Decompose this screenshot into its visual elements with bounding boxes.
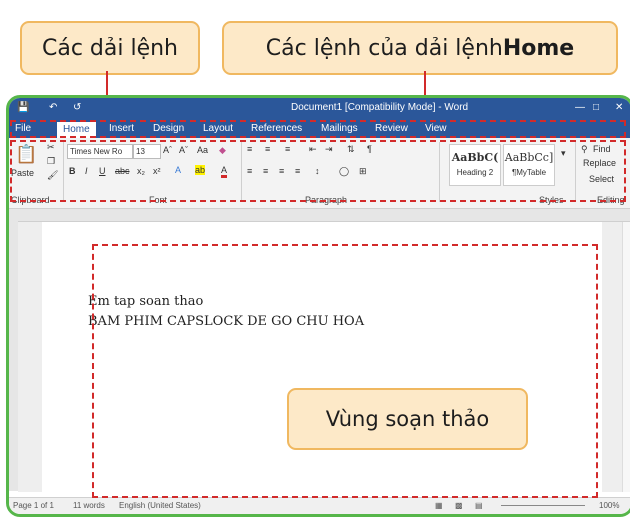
web-layout-icon[interactable]: ▤ [475,501,483,510]
tab-layout[interactable]: Layout [203,123,233,134]
tab-references[interactable]: References [251,123,302,134]
document-line-1: Em tap soan thao [88,294,204,309]
redo-icon[interactable]: ↺ [73,102,81,113]
tab-review[interactable]: Review [375,123,408,134]
document-page[interactable]: Em tap soan thao BAM PHIM CAPSLOCK DE GO… [42,222,602,492]
group-styles-label: Styles [539,195,564,205]
shrink-font-icon[interactable]: Aˇ [179,145,188,155]
group-editing-label: Editing [597,195,625,205]
style-mytable-name: ¶MyTable [511,168,547,177]
separator [241,142,242,202]
minimize-icon[interactable]: — [575,102,585,113]
read-mode-icon[interactable]: ▦ [435,501,443,510]
print-layout-icon[interactable]: ▩ [455,501,463,510]
cut-icon[interactable]: ✂ [47,142,55,153]
callout-home-prefix: Các lệnh của dải lệnh [265,35,503,61]
show-marks-icon[interactable]: ¶ [367,144,372,154]
group-font-label: Font [149,195,168,205]
callout-home-commands: Các lệnh của dải lệnh Home [222,21,618,75]
document-area: Em tap soan thao BAM PHIM CAPSLOCK DE GO… [18,222,622,492]
sort-icon[interactable]: ⇅ [347,144,355,155]
clear-format-icon[interactable]: ◆ [219,145,226,156]
callout-ribbons: Các dải lệnh [20,21,200,75]
status-bar: Page 1 of 1 11 words English (United Sta… [9,497,630,514]
font-name-select[interactable]: Times New Ro [67,144,133,159]
maximize-icon[interactable]: □ [593,102,599,113]
align-left-icon[interactable]: ≡ [247,166,252,176]
separator [63,142,64,202]
format-painter-icon[interactable]: 🖌 [47,170,58,181]
status-page[interactable]: Page 1 of 1 [13,501,54,510]
text-effects-icon[interactable]: A [175,165,181,175]
align-center-icon[interactable]: ≡ [263,166,268,176]
highlight-icon[interactable]: ab [195,165,206,175]
callout-editing-area: Vùng soạn thảo [287,388,528,450]
separator [439,142,440,202]
zoom-slider[interactable] [501,505,585,506]
group-paragraph-label: Paragraph [305,195,348,205]
callout-home-bold: Home [502,35,575,61]
decrease-indent-icon[interactable]: ⇤ [309,144,317,155]
align-right-icon[interactable]: ≡ [279,166,284,176]
numbering-icon[interactable]: ≡ [265,144,270,154]
italic-button[interactable]: I [85,166,88,176]
font-size-select[interactable]: 13 [133,144,161,159]
find-button[interactable]: Find [593,144,611,154]
line-spacing-icon[interactable]: ↕ [315,166,320,176]
word-window: 💾 ↶ ↺ Document1 [Compatibility Mode] - W… [6,95,630,517]
close-icon[interactable]: ✕ [615,102,623,113]
replace-button[interactable]: Replace [583,158,616,168]
bullets-icon[interactable]: ≡ [247,144,252,154]
vertical-scrollbar[interactable] [622,222,630,492]
undo-icon[interactable]: ↶ [49,102,57,113]
select-button[interactable]: Select [589,174,614,184]
paste-icon[interactable]: 📋 [15,144,37,165]
horizontal-ruler[interactable] [9,209,630,222]
title-bar: 💾 ↶ ↺ Document1 [Compatibility Mode] - W… [9,98,630,120]
tab-view[interactable]: View [425,123,447,134]
paste-button[interactable]: Paste [11,168,34,178]
style-mytable[interactable]: AaBbCc] ¶MyTable [503,144,555,186]
copy-icon[interactable]: ❐ [47,156,55,167]
justify-icon[interactable]: ≡ [295,166,300,176]
separator [575,142,576,202]
callout-editing-area-text: Vùng soạn thảo [325,407,490,431]
grow-font-icon[interactable]: Aˆ [163,145,172,155]
tab-file[interactable]: File [15,123,31,134]
multilevel-list-icon[interactable]: ≡ [285,144,290,154]
shading-icon[interactable]: ◯ [339,166,349,177]
home-ribbon: 📋 Paste ✂ ❐ 🖌 Clipboard Times New Ro 13 … [9,138,630,209]
style-mytable-preview: AaBbCc] [504,151,554,164]
tab-design[interactable]: Design [153,123,184,134]
style-heading-2[interactable]: AaBbC( Heading 2 [449,144,501,186]
superscript-icon[interactable]: x² [153,166,161,176]
window-title: Document1 [Compatibility Mode] - Word [291,102,469,113]
tab-home[interactable]: Home [57,122,96,138]
ribbon-tabs: File Home Insert Design Layout Reference… [9,120,630,138]
callout-ribbons-text: Các dải lệnh [41,35,179,61]
font-color-icon[interactable]: A [221,165,228,178]
tab-insert[interactable]: Insert [109,123,134,134]
style-heading-2-name: Heading 2 [456,168,494,177]
status-zoom[interactable]: 100% [599,501,619,510]
strikethrough-button[interactable]: abc [115,166,130,176]
find-icon[interactable]: ⚲ [581,144,588,155]
subscript-icon[interactable]: x₂ [137,166,145,176]
tab-mailings[interactable]: Mailings [321,123,358,134]
style-heading-2-preview: AaBbC( [451,151,499,164]
save-icon[interactable]: 💾 [17,102,29,113]
bold-button[interactable]: B [69,166,76,176]
change-case-icon[interactable]: Aa [197,145,208,155]
status-words[interactable]: 11 words [73,501,105,510]
styles-more-icon[interactable]: ▾ [561,148,566,159]
status-language[interactable]: English (United States) [119,501,201,510]
borders-icon[interactable]: ⊞ [359,166,367,177]
increase-indent-icon[interactable]: ⇥ [325,144,333,155]
underline-button[interactable]: U [99,166,106,176]
document-line-2: BAM PHIM CAPSLOCK DE GO CHU HOA [88,314,365,329]
group-clipboard-label: Clipboard [11,195,50,205]
